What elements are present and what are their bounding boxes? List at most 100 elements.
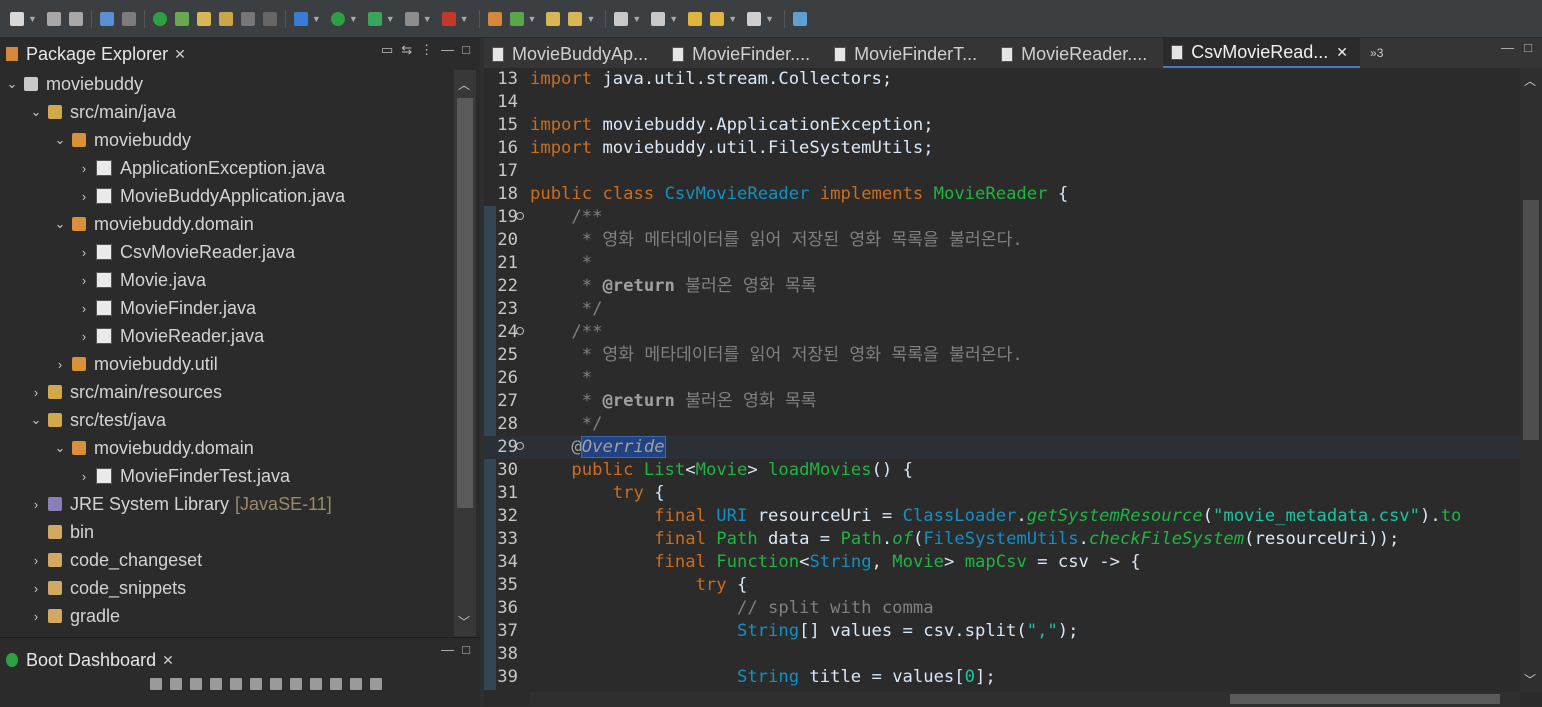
- collapse-all-icon[interactable]: ▭: [381, 42, 393, 58]
- tree-item[interactable]: ⌄ moviebuddy: [4, 70, 144, 98]
- open-type-icon[interactable]: [546, 11, 561, 26]
- scroll-up-icon[interactable]: ︿: [1524, 72, 1536, 89]
- tree-scrollbar[interactable]: ︿ ﹀: [454, 70, 476, 636]
- terminal-icon[interactable]: [99, 11, 114, 26]
- add-icon[interactable]: [350, 678, 362, 690]
- chevron-down-icon[interactable]: ⌄: [28, 412, 44, 428]
- forward-icon[interactable]: [747, 11, 762, 26]
- tree-item[interactable]: › MovieReader.java: [76, 322, 264, 350]
- package-explorer-tab[interactable]: Package Explorer ✕: [0, 38, 186, 70]
- boot-dashboard-tab[interactable]: Boot Dashboard ✕: [0, 644, 174, 676]
- search-icon[interactable]: [568, 11, 583, 26]
- tree-item[interactable]: › JRE System Library [JavaSE-11]: [28, 490, 332, 518]
- tree-item[interactable]: › CsvMovieReader.java: [76, 238, 295, 266]
- stop-icon[interactable]: [404, 11, 419, 26]
- more-tabs-indicator[interactable]: »3: [1370, 46, 1383, 60]
- editor-tab[interactable]: MovieReader....: [993, 40, 1159, 68]
- code-line[interactable]: 18 public class CsvMovieReader implements…: [484, 183, 1520, 206]
- debug-icon[interactable]: [170, 678, 182, 690]
- chevron-right-icon[interactable]: ›: [28, 497, 44, 512]
- save-icon[interactable]: [46, 11, 61, 26]
- maximize-icon[interactable]: □: [462, 642, 470, 657]
- tree-item[interactable]: ⌄ src/main/java: [28, 98, 176, 126]
- chevron-right-icon[interactable]: ›: [76, 161, 92, 176]
- code-line[interactable]: 24 /**: [484, 321, 1520, 344]
- editor-tab[interactable]: MovieFinderT...: [826, 40, 989, 68]
- tree-item[interactable]: › MovieBuddyApplication.java: [76, 182, 345, 210]
- code-line[interactable]: 29 @Override: [484, 436, 1520, 459]
- debug-icon[interactable]: [293, 11, 308, 26]
- tree-item[interactable]: ⌄ moviebuddy.domain: [52, 434, 254, 462]
- code-line[interactable]: 23 */: [484, 298, 1520, 321]
- code-line[interactable]: 28 */: [484, 413, 1520, 436]
- tree-item[interactable]: › Movie.java: [76, 266, 206, 294]
- back-icon[interactable]: [710, 11, 725, 26]
- fold-toggle-icon[interactable]: [516, 327, 524, 335]
- console-icon[interactable]: [230, 678, 242, 690]
- code-line[interactable]: 31 try {: [484, 482, 1520, 505]
- next-annotation-icon[interactable]: [614, 11, 629, 26]
- lightbulb-icon[interactable]: [310, 678, 322, 690]
- new-icon[interactable]: [10, 11, 24, 26]
- new-package-icon[interactable]: [487, 11, 502, 26]
- coverage-icon[interactable]: [367, 11, 382, 26]
- fold-toggle-icon[interactable]: [516, 212, 524, 220]
- editor-tab[interactable]: MovieBuddyAp...: [484, 40, 660, 68]
- fold-toggle-icon[interactable]: [516, 442, 524, 450]
- properties-icon[interactable]: [290, 678, 302, 690]
- link-editor-icon[interactable]: ⇆: [401, 42, 412, 58]
- editor-tab[interactable]: CsvMovieRead... ✕: [1163, 38, 1361, 68]
- tree-item[interactable]: › code_snippets: [28, 574, 186, 602]
- chevron-right-icon[interactable]: ›: [76, 301, 92, 316]
- scroll-down-icon[interactable]: ﹀: [1524, 671, 1536, 688]
- chevron-right-icon[interactable]: ›: [76, 189, 92, 204]
- code-line[interactable]: 20 * 영화 메타데이터를 읽어 저장된 영화 목록을 불러온다.: [484, 229, 1520, 252]
- chevron-right-icon[interactable]: ›: [28, 609, 44, 624]
- code-area[interactable]: 13 import java.util.stream.Collectors; 14 1…: [484, 68, 1520, 706]
- chevron-right-icon[interactable]: ›: [28, 385, 44, 400]
- run-icon[interactable]: [330, 11, 345, 26]
- edit-icon[interactable]: [218, 11, 233, 26]
- code-line[interactable]: 36 // split with comma: [484, 597, 1520, 620]
- new-class-icon[interactable]: [509, 11, 524, 26]
- previous-annotation-icon[interactable]: [651, 11, 666, 26]
- link-icon[interactable]: [250, 678, 262, 690]
- code-line[interactable]: 38: [484, 643, 1520, 666]
- maximize-icon[interactable]: □: [1524, 40, 1532, 55]
- code-line[interactable]: 19 /**: [484, 206, 1520, 229]
- code-line[interactable]: 32 final URI resourceUri = ClassLoader.g…: [484, 505, 1520, 528]
- restart-icon[interactable]: [210, 678, 222, 690]
- scroll-down-icon[interactable]: ﹀: [458, 613, 470, 630]
- chevron-down-icon[interactable]: ⌄: [52, 440, 68, 456]
- chevron-down-icon[interactable]: ⌄: [52, 132, 68, 148]
- highlight-icon[interactable]: [196, 11, 211, 26]
- editor-tab[interactable]: MovieFinder....: [664, 40, 822, 68]
- code-line[interactable]: 13 import java.util.stream.Collectors;: [484, 68, 1520, 91]
- code-line[interactable]: 22 * @return 불러온 영화 목록: [484, 275, 1520, 298]
- tree-item[interactable]: › src/main/resources: [28, 378, 222, 406]
- code-line[interactable]: 25 * 영화 메타데이터를 읽어 저장된 영화 목록을 불러온다.: [484, 344, 1520, 367]
- tree-item[interactable]: › code_changeset: [28, 546, 202, 574]
- save-all-icon[interactable]: [68, 11, 83, 26]
- view-menu-icon[interactable]: ⋮: [420, 42, 433, 58]
- close-icon[interactable]: ✕: [174, 46, 186, 63]
- editor-horizontal-scrollbar[interactable]: [530, 692, 1520, 706]
- view-menu-icon[interactable]: [370, 678, 382, 690]
- chevron-down-icon[interactable]: ⌄: [4, 76, 20, 92]
- start-icon[interactable]: [150, 678, 162, 690]
- tree-item[interactable]: bin: [28, 518, 94, 546]
- code-line[interactable]: 27 * @return 불러온 영화 목록: [484, 390, 1520, 413]
- chevron-right-icon[interactable]: ›: [76, 273, 92, 288]
- code-line[interactable]: 35 try {: [484, 574, 1520, 597]
- tree-item[interactable]: › moviebuddy.util: [52, 350, 218, 378]
- scroll-up-icon[interactable]: ︿: [458, 76, 470, 93]
- chevron-down-icon[interactable]: ⌄: [28, 104, 44, 120]
- code-line[interactable]: 15 import moviebuddy.ApplicationException…: [484, 114, 1520, 137]
- minimize-icon[interactable]: —: [1501, 40, 1514, 55]
- tree-item[interactable]: ⌄ src/test/java: [28, 406, 166, 434]
- relaunch-icon[interactable]: [174, 11, 189, 26]
- chevron-right-icon[interactable]: ›: [28, 581, 44, 596]
- code-line[interactable]: 17: [484, 160, 1520, 183]
- code-line[interactable]: 33 final Path data = Path.of(FileSystemU…: [484, 528, 1520, 551]
- code-line[interactable]: 37 String[] values = csv.split(",");: [484, 620, 1520, 643]
